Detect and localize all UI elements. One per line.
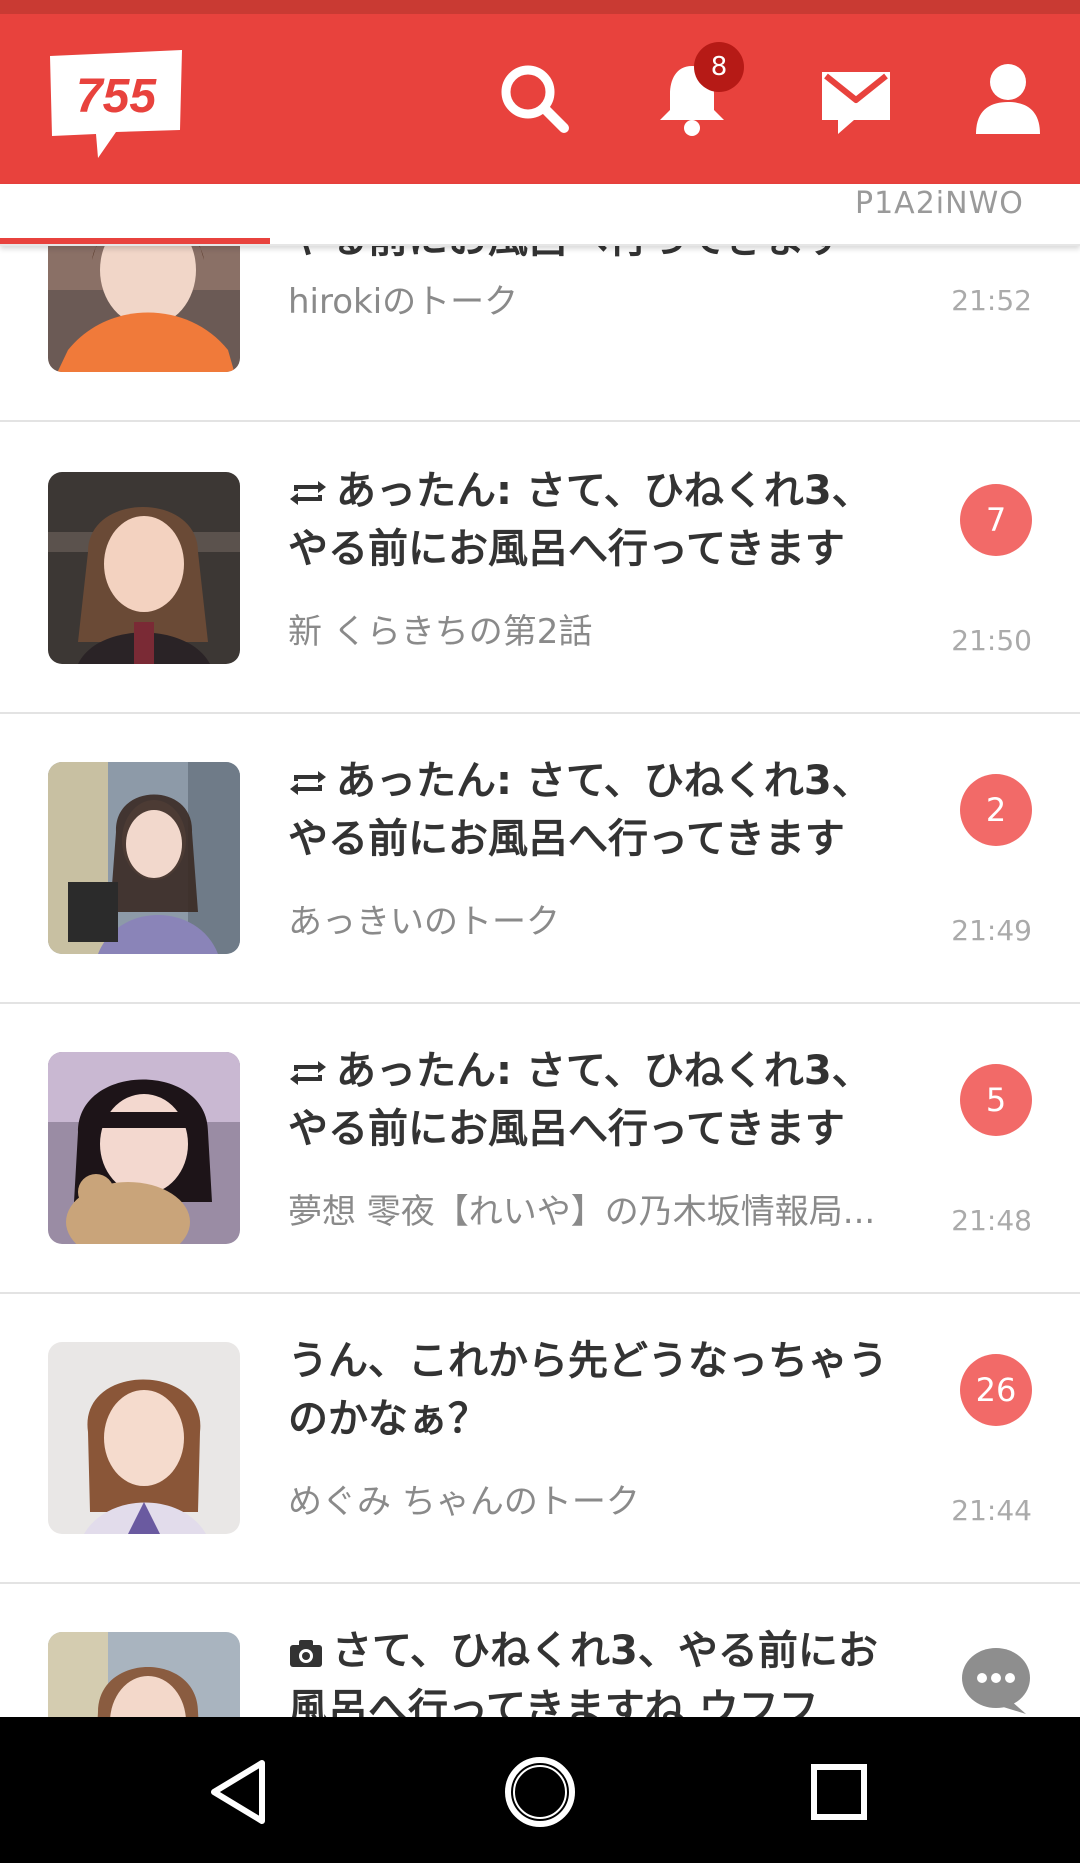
- retalk-icon: [290, 481, 326, 505]
- list-item[interactable]: うん、これから先どうなっちゃうのかなぁ？ めぐみ ちゃんのトーク 21:44 2…: [0, 1292, 1080, 1584]
- timestamp: 21:52: [951, 284, 1032, 317]
- room-name: hirokiのトーク: [288, 282, 519, 322]
- room-name: めぐみ ちゃんのトーク: [288, 1482, 640, 1522]
- recents-icon[interactable]: [794, 1747, 884, 1837]
- list-item[interactable]: さて、ひねくれ3、やる前にお風呂へ行ってきますね ウフフ: [0, 1582, 1080, 1717]
- tab-bar: P1A2iNWO: [0, 184, 1080, 246]
- unread-count-badge: 26: [960, 1354, 1032, 1426]
- tab-account[interactable]: P1A2iNWO: [855, 186, 1024, 221]
- message-preview: うん、これから先どうなっちゃうのかなぁ？: [288, 1338, 888, 1442]
- talk-list[interactable]: やる前にお風呂へ行ってきます hirokiのトーク 21:52 あったん: さて…: [0, 0, 1080, 1717]
- room-name: 新 くらきちの第2話: [288, 612, 593, 652]
- back-icon[interactable]: [196, 1747, 286, 1837]
- unread-count-badge: 7: [960, 484, 1032, 556]
- timestamp: 21:48: [951, 1204, 1032, 1237]
- message-preview: あったん: さて、ひねくれ3、やる前にお風呂へ行ってきます: [288, 758, 872, 862]
- list-item[interactable]: あったん: さて、ひねくれ3、やる前にお風呂へ行ってきます 夢想 零夜【れいや】…: [0, 1002, 1080, 1294]
- avatar: [48, 472, 240, 664]
- home-icon[interactable]: [495, 1747, 585, 1837]
- retalk-icon: [290, 1061, 326, 1085]
- room-name: 夢想 零夜【れいや】の乃木坂情報局...: [288, 1192, 876, 1232]
- camera-icon: [290, 1640, 322, 1667]
- timestamp: 21:49: [951, 914, 1032, 947]
- avatar: [48, 1342, 240, 1534]
- retalk-icon: [290, 771, 326, 795]
- system-nav-bar: [0, 1717, 1080, 1863]
- message-preview: あったん: さて、ひねくれ3、やる前にお風呂へ行ってきます: [288, 468, 872, 572]
- timestamp: 21:44: [951, 1494, 1032, 1527]
- list-item[interactable]: あったん: さて、ひねくれ3、やる前にお風呂へ行ってきます 新 くらきちの第2話…: [0, 422, 1080, 714]
- message-preview: あったん: さて、ひねくれ3、やる前にお風呂へ行ってきます: [288, 1048, 872, 1152]
- avatar: [48, 762, 240, 954]
- avatar: [48, 1052, 240, 1244]
- unread-count-badge: 2: [960, 774, 1032, 846]
- avatar: [48, 1632, 240, 1717]
- message-preview: さて、ひねくれ3、やる前にお風呂へ行ってきますね ウフフ: [288, 1628, 878, 1717]
- tab-active-indicator: [0, 238, 270, 244]
- chat-bubble-icon[interactable]: [960, 1644, 1032, 1716]
- room-name: あっきいのトーク: [288, 902, 560, 942]
- list-item[interactable]: やる前にお風呂へ行ってきます hirokiのトーク 21:52: [0, 130, 1080, 422]
- timestamp: 21:50: [951, 624, 1032, 657]
- unread-count-badge: 5: [960, 1064, 1032, 1136]
- list-item[interactable]: あったん: さて、ひねくれ3、やる前にお風呂へ行ってきます あっきいのトーク 2…: [0, 712, 1080, 1004]
